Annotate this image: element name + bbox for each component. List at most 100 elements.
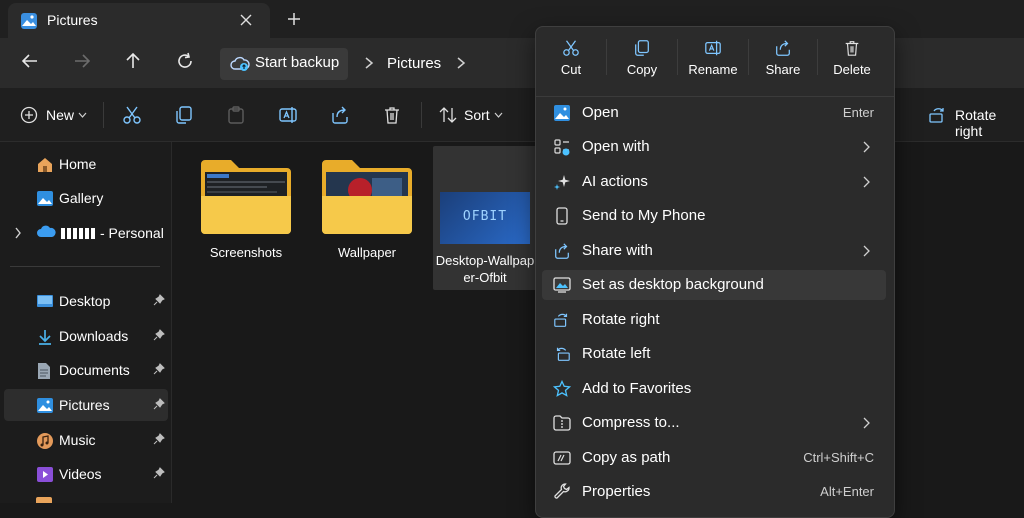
copy-label: Copy [626, 62, 658, 77]
menu-item-ai-actions[interactable]: AI actions [542, 167, 886, 197]
menu-item-send-to-my-phone[interactable]: Send to My Phone [542, 201, 886, 231]
sidebar-item-label: Desktop [59, 293, 111, 309]
menu-divider [536, 96, 894, 97]
sidebar-item-label: - Personal [100, 225, 164, 241]
sort-button[interactable]: Sort [432, 98, 512, 132]
rename-button[interactable]: Rename [678, 33, 748, 85]
sidebar-item-gallery[interactable]: Gallery [4, 182, 168, 214]
pin-icon[interactable] [153, 398, 165, 410]
folder-icon [194, 156, 298, 236]
menu-item-label: Open with [582, 138, 650, 155]
new-button[interactable]: New [12, 98, 94, 132]
rotate-right-icon [928, 106, 948, 124]
menu-item-open-with[interactable]: Open with [542, 132, 886, 162]
back-arrow-icon[interactable] [21, 52, 39, 70]
copy-button[interactable]: Copy [607, 33, 677, 85]
pin-icon[interactable] [153, 329, 165, 341]
compress-icon [553, 414, 571, 432]
menu-item-rotate-left[interactable]: Rotate left [542, 339, 886, 369]
delete-button[interactable]: Delete [817, 33, 887, 85]
thumbnail-logo-text: OFBIT [462, 209, 508, 224]
gallery-icon [36, 190, 54, 207]
cut-icon [536, 39, 606, 57]
delete-icon[interactable] [382, 105, 402, 125]
pictures-app-icon [20, 12, 38, 30]
menu-item-copy-as-path[interactable]: Copy as path Ctrl+Shift+C [542, 443, 886, 473]
star-icon [553, 380, 571, 398]
chevron-down-icon [78, 112, 87, 118]
rename-icon [678, 39, 748, 57]
folder-item-screenshots[interactable]: Screenshots [194, 156, 298, 261]
folder-item-wallpaper[interactable]: Wallpaper [315, 156, 419, 261]
menu-item-compress-to[interactable]: Compress to... [542, 408, 886, 438]
ai-sparkle-icon [553, 173, 571, 191]
redacted-account-name [61, 228, 95, 239]
menu-item-label: Rotate left [582, 345, 651, 362]
phone-icon [553, 207, 571, 225]
sidebar-item-label: Home [59, 156, 97, 172]
chevron-right-icon [863, 417, 870, 429]
breadcrumb-start-backup[interactable]: Start backup [220, 48, 348, 80]
rename-icon[interactable] [278, 105, 298, 125]
share-icon[interactable] [330, 105, 350, 125]
sidebar-item-onedrive-personal[interactable]: - Personal [4, 217, 168, 249]
sidebar-item-downloads[interactable]: Downloads [4, 320, 168, 352]
menu-item-label: Rotate right [582, 311, 660, 328]
menu-item-label: Compress to... [582, 414, 680, 431]
sidebar-item-desktop[interactable]: Desktop [4, 285, 168, 317]
toolbar-divider [103, 102, 104, 128]
menu-item-share-with[interactable]: Share with [542, 236, 886, 266]
plus-circle-icon [20, 106, 38, 124]
sidebar-item-pictures[interactable]: Pictures [4, 389, 168, 421]
chevron-right-icon [863, 176, 870, 188]
share-with-icon [553, 242, 571, 260]
close-icon[interactable] [239, 13, 253, 27]
cut-button[interactable]: Cut [536, 33, 606, 85]
desktop-icon [36, 293, 54, 309]
menu-item-add-to-favorites[interactable]: Add to Favorites [542, 374, 886, 404]
sidebar-divider [10, 266, 160, 267]
open-image-icon [553, 104, 571, 122]
menu-item-open[interactable]: Open Enter [542, 98, 886, 128]
downloads-icon [36, 328, 54, 346]
pin-icon[interactable] [153, 467, 165, 479]
menu-item-set-as-desktop-background[interactable]: Set as desktop background [542, 270, 886, 300]
file-name: Desktop-Wallpaper-Ofbit [435, 253, 535, 285]
copy-icon[interactable] [174, 105, 194, 125]
menu-item-label: Set as desktop background [582, 276, 764, 293]
paste-icon[interactable] [226, 105, 246, 125]
share-label: Share [765, 62, 801, 77]
sidebar-item-music[interactable]: Music [4, 424, 168, 456]
menu-item-label: Properties [582, 483, 651, 500]
navigation-pane: Home Gallery - Personal Desktop Download… [0, 142, 172, 503]
share-button[interactable]: Share [748, 33, 818, 85]
rotate-right-icon [553, 311, 571, 329]
shortcut-label: Ctrl+Shift+C [803, 450, 874, 465]
rotate-right-button[interactable]: Rotate right [922, 98, 1024, 139]
desktop-background-icon [553, 276, 571, 294]
rotate-left-icon [553, 345, 571, 363]
menu-item-rotate-right[interactable]: Rotate right [542, 305, 886, 335]
cut-icon[interactable] [122, 105, 142, 125]
sidebar-item-videos[interactable]: Videos [4, 458, 168, 490]
pin-icon[interactable] [153, 294, 165, 306]
up-arrow-icon[interactable] [124, 52, 142, 70]
chevron-right-icon[interactable] [14, 227, 22, 239]
pin-icon[interactable] [153, 433, 165, 445]
forward-arrow-icon[interactable] [73, 52, 91, 70]
chevron-right-icon[interactable] [364, 56, 374, 70]
partial-sidebar-icon [36, 497, 52, 503]
chevron-right-icon[interactable] [456, 56, 466, 70]
new-tab-button[interactable] [286, 11, 302, 27]
file-name: Screenshots [209, 245, 283, 260]
shortcut-label: Enter [842, 105, 874, 120]
refresh-icon[interactable] [176, 52, 194, 70]
sidebar-item-documents[interactable]: Documents [4, 354, 168, 386]
sidebar-item-home[interactable]: Home [4, 148, 168, 180]
sidebar-item-label: Gallery [59, 190, 104, 206]
tab-pictures[interactable]: Pictures [8, 3, 270, 38]
image-item-desktop-wallpaper-ofbit[interactable]: OFBIT Desktop-Wallpaper-Ofbit [433, 146, 537, 290]
pin-icon[interactable] [153, 363, 165, 375]
breadcrumb-pictures[interactable]: Pictures [387, 55, 441, 72]
delete-icon [817, 39, 887, 57]
